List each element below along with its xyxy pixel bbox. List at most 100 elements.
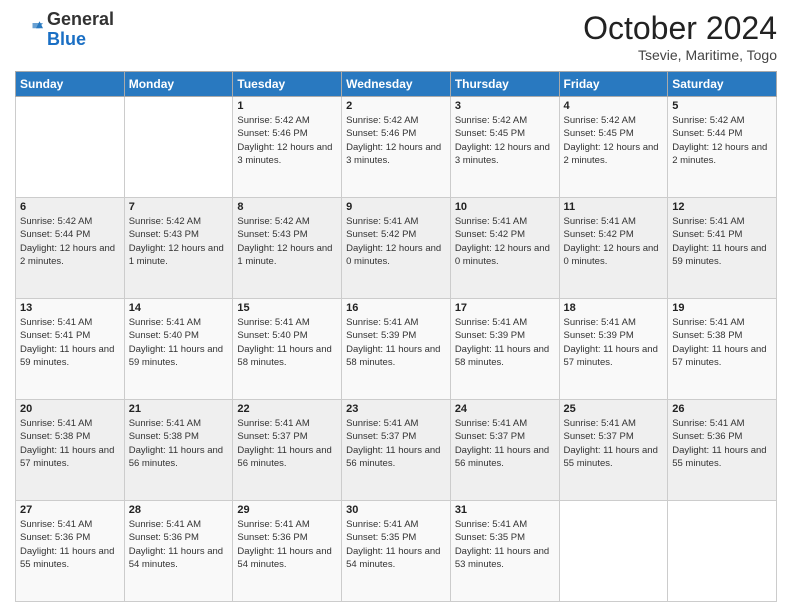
day-info: Sunrise: 5:41 AM Sunset: 5:38 PM Dayligh… [672,316,772,369]
day-info: Sunrise: 5:41 AM Sunset: 5:35 PM Dayligh… [346,518,446,571]
day-number: 14 [129,302,229,314]
calendar-cell [16,97,125,198]
day-number: 6 [20,201,120,213]
calendar-cell: 27 Sunrise: 5:41 AM Sunset: 5:36 PM Dayli… [16,501,125,602]
weekday-header-saturday: Saturday [668,72,777,97]
calendar-week-3: 13Sunrise: 5:41 AM Sunset: 5:41 PM Dayli… [16,299,777,400]
day-number: 2 [346,100,446,112]
calendar-cell: 25 Sunrise: 5:41 AM Sunset: 5:37 PM Dayli… [559,400,668,501]
calendar-cell: 29 Sunrise: 5:41 AM Sunset: 5:36 PM Dayli… [233,501,342,602]
calendar-cell: 31 Sunrise: 5:41 AM Sunset: 5:35 PM Dayli… [450,501,559,602]
calendar-cell: 17 Sunrise: 5:41 AM Sunset: 5:39 PM Dayli… [450,299,559,400]
calendar-cell: 30Sunrise: 5:41 AM Sunset: 5:35 PM Dayli… [342,501,451,602]
calendar-cell: 21Sunrise: 5:41 AM Sunset: 5:38 PM Dayli… [124,400,233,501]
day-number: 25 [564,403,664,415]
day-info: Sunrise: 5:41 AM Sunset: 5:42 PM Dayligh… [564,215,664,268]
weekday-header-monday: Monday [124,72,233,97]
day-info: Sunrise: 5:41 AM Sunset: 5:37 PM Dayligh… [564,417,664,470]
calendar-cell [668,501,777,602]
header: General Blue October 2024 Tsevie, Mariti… [15,10,777,63]
day-info: Sunrise: 5:42 AM Sunset: 5:46 PM Dayligh… [346,114,446,167]
day-number: 5 [672,100,772,112]
day-number: 4 [564,100,664,112]
day-info: Sunrise: 5:41 AM Sunset: 5:36 PM Dayligh… [237,518,337,571]
calendar-cell: 4 Sunrise: 5:42 AM Sunset: 5:45 PM Daylig… [559,97,668,198]
calendar-cell: 20 Sunrise: 5:41 AM Sunset: 5:38 PM Dayli… [16,400,125,501]
calendar-week-4: 20 Sunrise: 5:41 AM Sunset: 5:38 PM Dayli… [16,400,777,501]
day-number: 9 [346,201,446,213]
day-number: 3 [455,100,555,112]
day-number: 23 [346,403,446,415]
day-number: 1 [237,100,337,112]
calendar-cell: 23 Sunrise: 5:41 AM Sunset: 5:37 PM Dayli… [342,400,451,501]
title-block: October 2024 Tsevie, Maritime, Togo [583,10,777,63]
day-info: Sunrise: 5:41 AM Sunset: 5:35 PM Dayligh… [455,518,555,571]
day-info: Sunrise: 5:41 AM Sunset: 5:36 PM Dayligh… [129,518,229,571]
calendar-cell: 14 Sunrise: 5:41 AM Sunset: 5:40 PM Dayli… [124,299,233,400]
day-info: Sunrise: 5:42 AM Sunset: 5:43 PM Dayligh… [129,215,229,268]
day-number: 8 [237,201,337,213]
calendar-cell: 11Sunrise: 5:41 AM Sunset: 5:42 PM Dayli… [559,198,668,299]
calendar: SundayMondayTuesdayWednesdayThursdayFrid… [15,71,777,602]
calendar-header: SundayMondayTuesdayWednesdayThursdayFrid… [16,72,777,97]
weekday-header-sunday: Sunday [16,72,125,97]
day-info: Sunrise: 5:41 AM Sunset: 5:38 PM Dayligh… [20,417,120,470]
day-info: Sunrise: 5:42 AM Sunset: 5:44 PM Dayligh… [672,114,772,167]
logo-general: General [47,10,114,30]
logo: General Blue [15,10,114,50]
day-number: 19 [672,302,772,314]
calendar-cell: 1 Sunrise: 5:42 AM Sunset: 5:46 PM Daylig… [233,97,342,198]
day-info: Sunrise: 5:42 AM Sunset: 5:43 PM Dayligh… [237,215,337,268]
logo-text: General Blue [47,10,114,50]
day-number: 15 [237,302,337,314]
day-number: 29 [237,504,337,516]
day-number: 31 [455,504,555,516]
calendar-cell: 18 Sunrise: 5:41 AM Sunset: 5:39 PM Dayli… [559,299,668,400]
calendar-week-5: 27 Sunrise: 5:41 AM Sunset: 5:36 PM Dayli… [16,501,777,602]
calendar-cell: 16 Sunrise: 5:41 AM Sunset: 5:39 PM Dayli… [342,299,451,400]
calendar-week-2: 6 Sunrise: 5:42 AM Sunset: 5:44 PM Daylig… [16,198,777,299]
calendar-cell: 28 Sunrise: 5:41 AM Sunset: 5:36 PM Dayli… [124,501,233,602]
calendar-cell: 19 Sunrise: 5:41 AM Sunset: 5:38 PM Dayli… [668,299,777,400]
calendar-cell: 8 Sunrise: 5:42 AM Sunset: 5:43 PM Daylig… [233,198,342,299]
day-number: 16 [346,302,446,314]
day-info: Sunrise: 5:41 AM Sunset: 5:39 PM Dayligh… [455,316,555,369]
day-number: 28 [129,504,229,516]
day-info: Sunrise: 5:41 AM Sunset: 5:37 PM Dayligh… [455,417,555,470]
calendar-cell [124,97,233,198]
calendar-cell: 10Sunrise: 5:41 AM Sunset: 5:42 PM Dayli… [450,198,559,299]
day-number: 12 [672,201,772,213]
day-number: 18 [564,302,664,314]
day-info: Sunrise: 5:41 AM Sunset: 5:39 PM Dayligh… [346,316,446,369]
day-info: Sunrise: 5:42 AM Sunset: 5:45 PM Dayligh… [564,114,664,167]
day-number: 10 [455,201,555,213]
day-info: Sunrise: 5:42 AM Sunset: 5:45 PM Dayligh… [455,114,555,167]
day-info: Sunrise: 5:41 AM Sunset: 5:42 PM Dayligh… [346,215,446,268]
day-info: Sunrise: 5:41 AM Sunset: 5:36 PM Dayligh… [20,518,120,571]
calendar-cell: 13Sunrise: 5:41 AM Sunset: 5:41 PM Dayli… [16,299,125,400]
weekday-row: SundayMondayTuesdayWednesdayThursdayFrid… [16,72,777,97]
day-info: Sunrise: 5:41 AM Sunset: 5:39 PM Dayligh… [564,316,664,369]
day-number: 24 [455,403,555,415]
calendar-cell: 26Sunrise: 5:41 AM Sunset: 5:36 PM Dayli… [668,400,777,501]
calendar-week-1: 1 Sunrise: 5:42 AM Sunset: 5:46 PM Daylig… [16,97,777,198]
generalblue-logo-icon [15,16,43,44]
day-number: 27 [20,504,120,516]
calendar-cell: 15Sunrise: 5:41 AM Sunset: 5:40 PM Dayli… [233,299,342,400]
logo-blue: Blue [47,30,114,50]
day-info: Sunrise: 5:41 AM Sunset: 5:40 PM Dayligh… [129,316,229,369]
day-number: 20 [20,403,120,415]
calendar-cell: 2 Sunrise: 5:42 AM Sunset: 5:46 PM Daylig… [342,97,451,198]
day-info: Sunrise: 5:42 AM Sunset: 5:46 PM Dayligh… [237,114,337,167]
day-info: Sunrise: 5:42 AM Sunset: 5:44 PM Dayligh… [20,215,120,268]
weekday-header-thursday: Thursday [450,72,559,97]
calendar-cell: 7 Sunrise: 5:42 AM Sunset: 5:43 PM Daylig… [124,198,233,299]
day-info: Sunrise: 5:41 AM Sunset: 5:37 PM Dayligh… [346,417,446,470]
day-number: 21 [129,403,229,415]
day-number: 7 [129,201,229,213]
day-number: 26 [672,403,772,415]
calendar-cell: 22Sunrise: 5:41 AM Sunset: 5:37 PM Dayli… [233,400,342,501]
day-number: 17 [455,302,555,314]
calendar-cell: 9 Sunrise: 5:41 AM Sunset: 5:42 PM Daylig… [342,198,451,299]
calendar-cell: 3 Sunrise: 5:42 AM Sunset: 5:45 PM Daylig… [450,97,559,198]
